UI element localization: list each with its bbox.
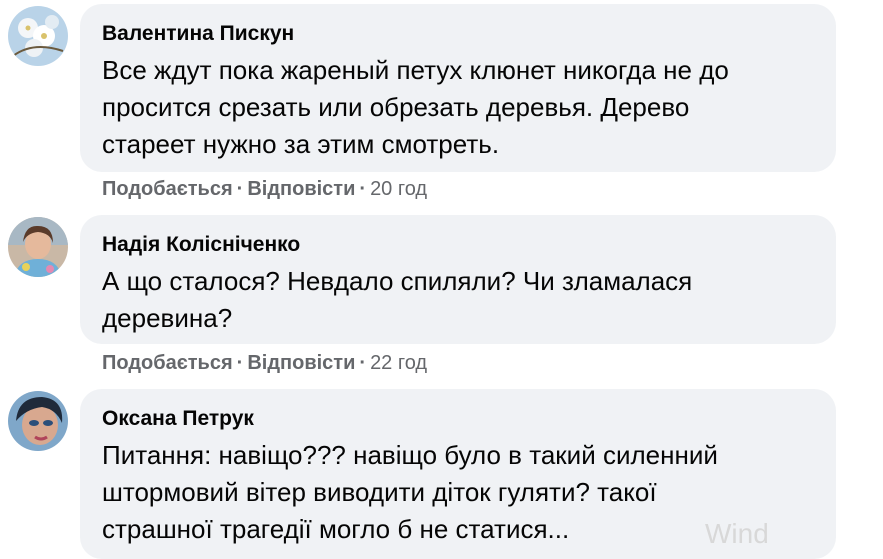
comment-timestamp[interactable]: 22 год [370,352,427,374]
comment-text-line: Все ждут пока жареный петух клюнет никог… [102,55,729,85]
like-button[interactable]: Подобається [102,352,233,374]
comment-actions: Подобається · Відповісти · 22 год [102,352,427,375]
comment-bubble: Валентина Пискун Все ждут пока жареный п… [80,4,836,172]
windows-activation-watermark: Wind [705,518,769,549]
comment-text-line: деревина? [102,303,233,333]
reply-button[interactable]: Відповісти [247,352,355,374]
avatar-person-image [8,391,68,451]
avatar[interactable] [8,6,68,66]
separator-dot: · [236,178,244,200]
comment-actions: Подобається · Відповісти · 20 год [102,178,427,201]
comment-bubble: Надія Колісніченко А що сталося? Невдало… [80,215,836,344]
comment-text-line: А що сталося? Невдало спиляли? Чи зламал… [102,266,693,296]
comment-text-line: штормовий вітер виводити діток гуляти? т… [102,477,657,507]
comment-author[interactable]: Валентина Пискун [102,20,814,48]
comment-author[interactable]: Надія Колісніченко [102,231,814,259]
separator-dot: · [359,178,367,200]
avatar[interactable] [8,391,68,451]
comment-author[interactable]: Оксана Петрук [102,405,814,433]
comment-text-line: стареет нужно за этим смотреть. [102,129,500,159]
reply-button[interactable]: Відповісти [247,178,355,200]
like-button[interactable]: Подобається [102,178,233,200]
comment-text-line: просится срезать или обрезать деревья. Д… [102,92,690,122]
comment-text-line: Питання: навіщо??? навіщо було в такий с… [102,440,718,470]
comment-timestamp[interactable]: 20 год [370,178,427,200]
separator-dot: · [236,352,244,374]
comment-text: Все ждут пока жареный петух клюнет никог… [102,52,814,163]
avatar-blossom-image [8,6,68,66]
avatar-person-image [8,217,68,277]
separator-dot: · [359,352,367,374]
avatar[interactable] [8,217,68,277]
comment-text: А що сталося? Невдало спиляли? Чи зламал… [102,263,814,337]
